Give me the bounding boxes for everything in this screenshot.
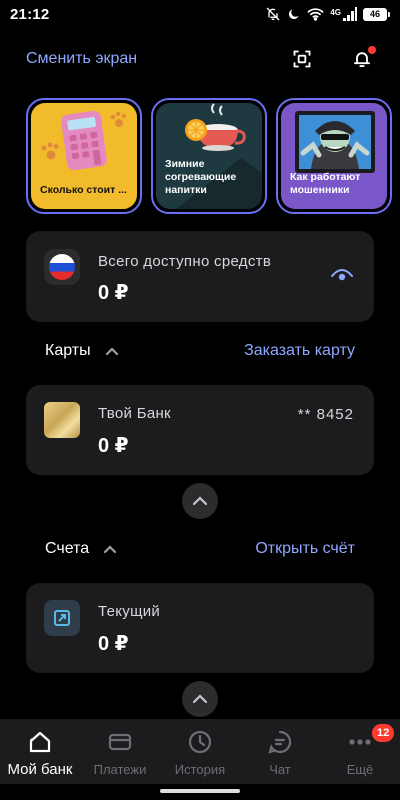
status-icons: 4G 46 <box>265 6 390 22</box>
chevron-up-icon[interactable] <box>103 544 117 554</box>
nav-payments[interactable]: Платежи <box>80 719 160 784</box>
story-title: Зимние согревающие напитки <box>165 158 237 196</box>
account-item[interactable]: Текущий 0 ₽ <box>26 583 374 673</box>
account-amount: 0 ₽ <box>98 633 129 655</box>
scan-button[interactable] <box>290 47 314 71</box>
nav-label: Мой банк <box>7 761 73 778</box>
story-card[interactable]: Как работают мошенники <box>276 98 392 214</box>
story-image: Сколько стоит ... <box>31 103 137 209</box>
chevron-up-icon <box>192 496 208 506</box>
bank-card-item[interactable]: Твой Банк ** 8452 0 ₽ <box>26 385 374 475</box>
account-icon <box>44 600 80 636</box>
story-card[interactable]: Зимние согревающие напитки <box>151 98 267 214</box>
story-card[interactable]: Сколько стоит ... <box>26 98 142 214</box>
card-icon <box>108 733 132 751</box>
clock-icon <box>188 730 212 754</box>
signal-icon <box>343 7 357 21</box>
chevron-up-icon[interactable] <box>105 346 119 356</box>
header-actions <box>290 46 376 71</box>
open-account-link[interactable]: Открыть счёт <box>255 540 355 558</box>
mute-bell-icon <box>266 7 280 21</box>
wifi-icon <box>307 8 324 21</box>
home-indicator[interactable] <box>160 789 240 793</box>
chat-icon <box>268 730 292 754</box>
cards-section-header: Карты Заказать карту <box>45 342 355 360</box>
scan-icon <box>293 50 311 68</box>
nav-label: История <box>174 762 226 777</box>
header: Сменить экран <box>0 44 400 74</box>
nav-my-bank[interactable]: Мой банк <box>0 719 80 784</box>
nav-chat[interactable]: Чат <box>240 719 320 784</box>
available-funds-amount: 0 ₽ <box>98 282 129 304</box>
nav-history[interactable]: История <box>160 719 240 784</box>
nav-label: Ещё <box>346 762 374 777</box>
available-funds-card[interactable]: Всего доступно средств 0 ₽ <box>26 231 374 322</box>
bottom-navigation: Мой банк Платежи История Чат 12 Ещё <box>0 719 400 784</box>
nav-label: Чат <box>269 762 291 777</box>
accounts-section-title: Счета <box>45 540 90 557</box>
home-icon <box>29 731 51 753</box>
card-number: ** 8452 <box>297 406 354 423</box>
cards-section-title: Карты <box>45 342 91 359</box>
more-badge: 12 <box>372 724 395 742</box>
more-icon <box>349 739 371 745</box>
status-time: 21:12 <box>10 5 50 23</box>
stories-carousel[interactable]: Сколько стоит ... Зимние согревающие нап… <box>26 98 400 214</box>
story-image: Как работают мошенники <box>281 103 387 209</box>
battery-icon: 46 <box>363 7 390 21</box>
accounts-section-header: Счета Открыть счёт <box>45 540 355 558</box>
collapse-accounts-button[interactable] <box>182 681 218 717</box>
collapse-cards-button[interactable] <box>182 483 218 519</box>
card-amount: 0 ₽ <box>98 435 129 457</box>
available-funds-label: Всего доступно средств <box>98 253 272 270</box>
story-title: Как работают мошенники <box>290 171 361 196</box>
status-bar: 21:12 4G 46 <box>0 0 400 28</box>
notification-dot <box>368 46 376 54</box>
gold-card-icon <box>44 402 80 438</box>
switch-screen-link[interactable]: Сменить экран <box>26 50 137 68</box>
moon-icon <box>289 9 299 20</box>
eye-icon[interactable] <box>330 266 354 289</box>
account-name: Текущий <box>98 603 161 620</box>
notifications-button[interactable] <box>350 46 376 71</box>
card-name: Твой Банк <box>98 405 171 422</box>
russia-flag-icon <box>44 249 80 285</box>
battery-level: 46 <box>363 7 387 21</box>
network-type: 4G <box>330 8 341 17</box>
nav-label: Платежи <box>93 762 147 777</box>
story-image: Зимние согревающие напитки <box>156 103 262 209</box>
order-card-link[interactable]: Заказать карту <box>244 342 355 360</box>
nav-more[interactable]: 12 Ещё <box>320 719 400 784</box>
story-title: Сколько стоит ... <box>40 184 127 196</box>
chevron-up-icon <box>192 694 208 704</box>
